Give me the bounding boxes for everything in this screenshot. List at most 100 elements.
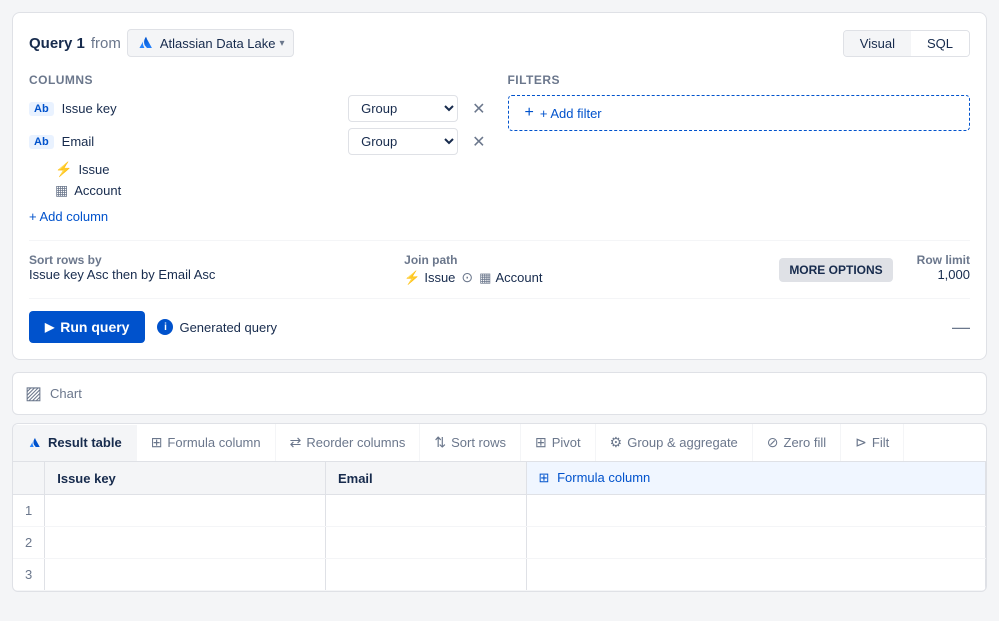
join-path-account: ▦ Account	[479, 270, 542, 286]
toolbar-pivot[interactable]: ⊞ Pivot	[521, 424, 596, 461]
table-row: 3	[13, 559, 986, 591]
chart-label: Chart	[50, 386, 82, 401]
join-issue-icon: ⚡	[404, 270, 420, 286]
formula-col-icon: ⊞	[539, 470, 550, 485]
column-mode-issue-key[interactable]: Group Count Sum	[348, 95, 458, 122]
info-icon: i	[157, 319, 173, 335]
row-num-3: 3	[13, 559, 45, 591]
related-issue: ⚡ Issue	[55, 161, 492, 178]
cell-email-1	[325, 495, 526, 527]
toolbar-result-table-label: Result table	[48, 435, 122, 450]
join-path-row: ⚡ Issue ⊙ ▦ Account	[404, 269, 755, 286]
generated-query-label: Generated query	[179, 320, 277, 335]
query-panel: Query 1 from Atlassian Data Lake	[12, 12, 987, 360]
toolbar-filter-label: Filt	[872, 435, 889, 450]
issue-key-header: Issue key	[45, 462, 326, 495]
row-num-header	[13, 462, 45, 495]
account-icon: ▦	[55, 182, 68, 199]
query-title: Query 1 from Atlassian Data Lake	[29, 29, 294, 57]
atlassian-logo-icon	[136, 33, 156, 53]
data-source-badge[interactable]: Atlassian Data Lake ▾	[127, 29, 294, 57]
tab-sql[interactable]: SQL	[911, 31, 969, 56]
column-name-issue-key: Issue key	[62, 101, 340, 116]
filters-label: Filters	[508, 73, 971, 87]
options-row: Sort rows by Issue key Asc then by Email…	[29, 240, 970, 286]
add-filter-button[interactable]: + + Add filter	[508, 95, 971, 131]
sort-label: Sort rows by	[29, 253, 380, 267]
view-tabs: Visual SQL	[843, 30, 970, 57]
related-account: ▦ Account	[55, 182, 492, 199]
toolbar-filter[interactable]: ⊳ Filt	[841, 424, 904, 461]
join-account-label: Account	[495, 270, 542, 285]
column-row-issue-key: Ab Issue key Group Count Sum ✕	[29, 95, 492, 122]
row-limit-label: Row limit	[917, 253, 970, 267]
data-source-name: Atlassian Data Lake	[160, 36, 276, 51]
reorder-icon: ⇄	[290, 434, 302, 451]
email-header: Email	[325, 462, 526, 495]
ab-badge-issue-key: Ab	[29, 102, 54, 116]
query-title-text: Query 1	[29, 35, 85, 52]
chart-section: ▨ Chart	[12, 372, 987, 415]
toolbar-formula-column[interactable]: ⊞ Formula column	[137, 424, 276, 461]
toolbar-zero-fill[interactable]: ⊘ Zero fill	[753, 424, 841, 461]
zerofill-icon: ⊘	[767, 434, 779, 451]
cell-email-2	[325, 527, 526, 559]
query-from-label: from	[91, 35, 121, 52]
chevron-down-icon: ▾	[280, 38, 285, 49]
toolbar-result-table[interactable]: Result table	[13, 425, 137, 461]
toolbar-pivot-label: Pivot	[552, 435, 581, 450]
cell-issue-key-3	[45, 559, 326, 591]
join-section: Join path ⚡ Issue ⊙ ▦ Account	[404, 253, 755, 286]
plus-icon: +	[525, 104, 534, 122]
chart-icon: ▨	[25, 383, 42, 404]
toolbar-reorder-columns[interactable]: ⇄ Reorder columns	[276, 424, 421, 461]
cell-formula-1	[526, 495, 985, 527]
toolbar-zerofill-label: Zero fill	[784, 435, 827, 450]
filters-section: Filters + + Add filter	[508, 73, 971, 228]
issue-icon: ⚡	[55, 161, 72, 178]
remove-column-issue-key[interactable]: ✕	[466, 97, 491, 121]
more-options-button[interactable]: MORE OPTIONS	[779, 258, 892, 282]
group-icon: ⚙	[610, 434, 623, 451]
data-table-wrapper: Issue key Email ⊞ Formula column 1 2	[12, 461, 987, 592]
ab-badge-email: Ab	[29, 135, 54, 149]
cell-formula-3	[526, 559, 985, 591]
add-column-button[interactable]: + Add column	[29, 205, 108, 228]
toolbar-formula-label: Formula column	[167, 435, 260, 450]
related-items: ⚡ Issue ▦ Account	[55, 161, 492, 199]
join-label: Join path	[404, 253, 755, 267]
column-name-email: Email	[62, 134, 340, 149]
cell-issue-key-2	[45, 527, 326, 559]
column-row-email: Ab Email Group Count Sum ✕	[29, 128, 492, 155]
toolbar-group-aggregate[interactable]: ⚙ Group & aggregate	[596, 424, 753, 461]
column-mode-email[interactable]: Group Count Sum	[348, 128, 458, 155]
row-limit-value: 1,000	[917, 267, 970, 282]
generated-query-link[interactable]: i Generated query	[157, 319, 277, 335]
tab-visual[interactable]: Visual	[844, 31, 911, 56]
related-account-label: Account	[74, 183, 121, 198]
table-row: 2	[13, 527, 986, 559]
result-toolbar: Result table ⊞ Formula column ⇄ Reorder …	[12, 423, 987, 461]
join-path-issue: ⚡ Issue	[404, 270, 455, 286]
remove-column-email[interactable]: ✕	[466, 130, 491, 154]
cell-email-3	[325, 559, 526, 591]
collapse-button[interactable]: —	[952, 317, 970, 338]
columns-section: Columns Ab Issue key Group Count Sum ✕ A…	[29, 73, 492, 228]
pivot-icon: ⊞	[535, 434, 547, 451]
toolbar-sort-rows[interactable]: ⇅ Sort rows	[420, 424, 521, 461]
formula-column-header[interactable]: ⊞ Formula column	[526, 462, 985, 495]
row-num-2: 2	[13, 527, 45, 559]
run-bar: ▶ Run query i Generated query —	[29, 298, 970, 343]
sort-section: Sort rows by Issue key Asc then by Email…	[29, 253, 380, 282]
add-filter-label: + Add filter	[540, 106, 602, 121]
row-num-1: 1	[13, 495, 45, 527]
join-issue-label: Issue	[424, 270, 455, 285]
filter-icon: ⊳	[855, 434, 867, 451]
run-query-button[interactable]: ▶ Run query	[29, 311, 145, 343]
sort-icon: ⇅	[434, 434, 446, 451]
atlassian-toolbar-icon	[27, 435, 43, 451]
formula-col-label: Formula column	[557, 470, 650, 485]
toolbar-group-label: Group & aggregate	[627, 435, 738, 450]
query-header: Query 1 from Atlassian Data Lake	[29, 29, 970, 57]
cell-formula-2	[526, 527, 985, 559]
